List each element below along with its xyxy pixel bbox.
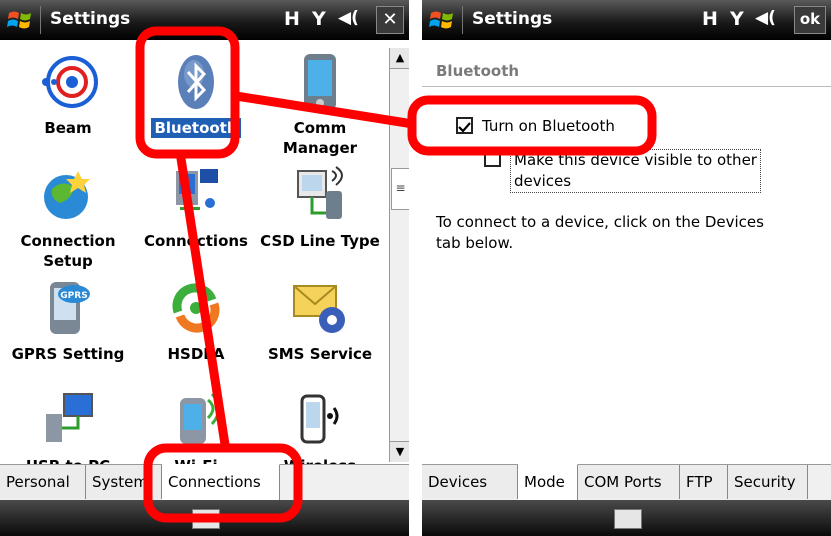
settings-item-label: CSD Line Type bbox=[260, 232, 380, 250]
windows-start-icon[interactable] bbox=[6, 7, 34, 33]
settings-item-label: Wireless bbox=[260, 456, 380, 464]
settings-item-comm-manager[interactable]: Comm Manager bbox=[260, 52, 380, 158]
soft-input-bar bbox=[0, 500, 409, 536]
title-bar: Settings H Y ◀( ✕ bbox=[0, 0, 409, 40]
settings-item-label: SMS Service bbox=[267, 345, 373, 363]
tab-devices[interactable]: Devices bbox=[422, 465, 518, 499]
beam-icon bbox=[42, 56, 98, 108]
wireless-icon bbox=[300, 394, 339, 444]
ok-button[interactable]: ok bbox=[794, 6, 826, 34]
settings-screen-left: Settings H Y ◀( ✕ Beam Bluetooth Comm Ma… bbox=[0, 0, 409, 536]
title-bar: Settings H Y ◀( ok bbox=[422, 0, 831, 40]
settings-item-sms-service[interactable]: SMS Service bbox=[260, 278, 380, 364]
window-title: Settings bbox=[472, 9, 553, 29]
settings-item-gprs-setting[interactable]: GPRS GPRS Setting bbox=[8, 278, 128, 364]
visible-device-label: Make this device visible to other device… bbox=[510, 149, 761, 193]
info-text-line-2: tab below. bbox=[436, 234, 514, 252]
comm-manager-icon bbox=[304, 54, 336, 110]
info-text: To connect to a device, click on the Dev… bbox=[436, 212, 816, 254]
settings-item-label: USB to PC bbox=[8, 456, 128, 464]
bluetooth-icon bbox=[178, 55, 214, 109]
settings-item-beam[interactable]: Beam bbox=[8, 52, 128, 138]
scroll-up-icon[interactable]: ▲ bbox=[390, 48, 409, 69]
section-heading: Bluetooth bbox=[436, 62, 520, 80]
tab-mode[interactable]: Mode bbox=[518, 464, 578, 500]
settings-item-csd-line-type[interactable]: CSD Line Type bbox=[260, 165, 380, 251]
tab-connections[interactable]: Connections bbox=[162, 464, 280, 500]
visible-device-label-line-1: Make this device visible to other bbox=[514, 151, 757, 169]
settings-item-label: HSDPA bbox=[167, 345, 225, 363]
keyboard-icon[interactable] bbox=[613, 509, 642, 529]
settings-item-wifi[interactable]: Wi-Fi bbox=[136, 390, 256, 464]
tab-bar: Devices Mode COM Ports FTP Security bbox=[422, 464, 831, 501]
visible-device-checkbox[interactable] bbox=[484, 150, 501, 167]
volume-icon[interactable]: ◀( bbox=[755, 8, 776, 28]
wifi-icon bbox=[180, 392, 221, 444]
hsdpa-icon bbox=[172, 283, 220, 333]
sms-service-icon bbox=[293, 285, 345, 333]
settings-item-label: Connection Setup bbox=[20, 232, 116, 270]
volume-icon[interactable]: ◀( bbox=[338, 8, 359, 28]
scroll-thumb[interactable]: ≡ bbox=[391, 168, 409, 210]
settings-screen-right: Settings H Y ◀( ok Bluetooth Turn on Blu… bbox=[422, 0, 831, 536]
settings-item-bluetooth[interactable]: Bluetooth bbox=[136, 52, 256, 138]
settings-item-label: GPRS Setting bbox=[11, 345, 125, 363]
tab-com-ports[interactable]: COM Ports bbox=[578, 465, 680, 499]
scroll-down-icon[interactable]: ▼ bbox=[390, 441, 409, 462]
turn-on-bluetooth-checkbox[interactable] bbox=[456, 117, 473, 134]
settings-item-connection-setup[interactable]: Connection Setup bbox=[8, 165, 128, 271]
soft-input-bar bbox=[422, 500, 831, 536]
connections-icon bbox=[176, 169, 218, 210]
close-icon[interactable]: ✕ bbox=[376, 6, 404, 34]
tab-personal[interactable]: Personal bbox=[0, 465, 86, 499]
settings-item-connections[interactable]: Connections bbox=[136, 165, 256, 251]
windows-start-icon[interactable] bbox=[428, 7, 456, 33]
keyboard-icon[interactable] bbox=[191, 509, 220, 529]
window-title: Settings bbox=[50, 9, 131, 29]
connection-setup-icon bbox=[44, 171, 90, 219]
turn-on-bluetooth-label: Turn on Bluetooth bbox=[482, 117, 615, 135]
settings-icon-grid: Beam Bluetooth Comm Manager Connection S… bbox=[0, 40, 389, 464]
section-divider bbox=[422, 86, 831, 87]
signal-icon[interactable]: Y bbox=[730, 8, 744, 30]
visible-device-label-line-2: devices bbox=[514, 172, 572, 190]
info-text-line-1: To connect to a device, click on the Dev… bbox=[436, 213, 764, 231]
tab-security[interactable]: Security bbox=[728, 465, 808, 499]
checkmark-icon bbox=[458, 122, 471, 133]
signal-icon[interactable]: Y bbox=[312, 8, 326, 30]
settings-item-hsdpa[interactable]: HSDPA bbox=[136, 278, 256, 364]
svg-text:GPRS: GPRS bbox=[60, 291, 87, 301]
title-separator bbox=[462, 6, 463, 34]
settings-item-usb-to-pc[interactable]: USB to PC bbox=[8, 390, 128, 464]
csd-line-type-icon bbox=[297, 166, 343, 219]
settings-item-label: Wi-Fi bbox=[136, 456, 256, 464]
settings-item-label: Bluetooth bbox=[151, 118, 241, 138]
h-data-icon[interactable]: H bbox=[702, 8, 718, 30]
vertical-scrollbar[interactable]: ▲ ≡ ▼ bbox=[389, 48, 409, 462]
tab-bar: Personal System Connections bbox=[0, 464, 409, 501]
title-separator bbox=[40, 6, 41, 34]
settings-item-wireless[interactable]: Wireless bbox=[260, 390, 380, 464]
h-data-icon[interactable]: H bbox=[284, 8, 300, 30]
settings-item-label: Beam bbox=[44, 119, 92, 137]
usb-to-pc-icon bbox=[46, 393, 93, 442]
tab-ftp[interactable]: FTP bbox=[680, 465, 728, 499]
gprs-setting-icon: GPRS bbox=[50, 282, 90, 334]
settings-item-label: Comm Manager bbox=[282, 119, 358, 157]
tab-system[interactable]: System bbox=[86, 465, 162, 499]
settings-item-label: Connections bbox=[144, 232, 248, 250]
